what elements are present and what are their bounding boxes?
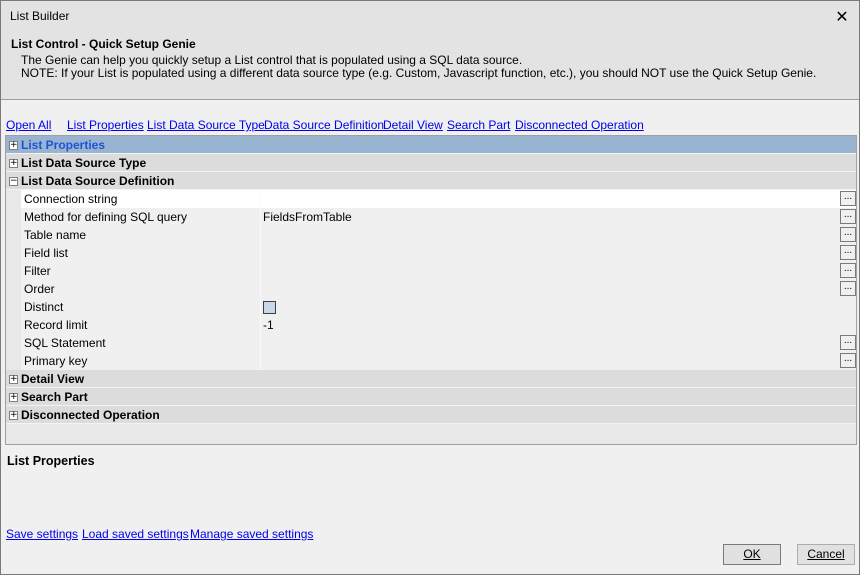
property-name: Connection string: [21, 190, 261, 208]
plus-icon[interactable]: +: [9, 141, 18, 150]
category-list-data-source-type[interactable]: + List Data Source Type: [6, 154, 856, 172]
list-data-source-type-link[interactable]: List Data Source Type: [147, 118, 265, 132]
ellipsis-button[interactable]: ...: [840, 209, 856, 224]
property-value[interactable]: ...: [261, 190, 856, 208]
category-search-part[interactable]: + Search Part: [6, 388, 856, 406]
property-value[interactable]: FieldsFromTable ...: [261, 208, 856, 226]
category-label: List Data Source Definition: [21, 174, 175, 188]
header-panel: List Control - Quick Setup Genie The Gen…: [1, 32, 859, 100]
property-record-limit[interactable]: Record limit -1: [6, 316, 856, 334]
window-title: List Builder: [10, 9, 70, 23]
list-properties-link[interactable]: List Properties: [67, 118, 144, 132]
property-filter[interactable]: Filter ...: [6, 262, 856, 280]
header-title: List Control - Quick Setup Genie: [11, 37, 196, 51]
property-value[interactable]: ...: [261, 262, 856, 280]
category-list-properties[interactable]: + List Properties: [6, 136, 856, 154]
plus-icon[interactable]: +: [9, 393, 18, 402]
property-name: Record limit: [21, 316, 261, 334]
header-description: The Genie can help you quickly setup a L…: [21, 53, 523, 67]
manage-saved-settings-link[interactable]: Manage saved settings: [190, 527, 313, 541]
property-sql-statement[interactable]: SQL Statement ...: [6, 334, 856, 352]
property-sql-method[interactable]: Method for defining SQL query FieldsFrom…: [6, 208, 856, 226]
minus-icon[interactable]: −: [9, 177, 18, 186]
property-name: Filter: [21, 262, 261, 280]
ok-label: OK: [743, 547, 761, 561]
ellipsis-button[interactable]: ...: [840, 245, 856, 260]
ok-button[interactable]: OK: [723, 544, 781, 565]
category-detail-view[interactable]: + Detail View: [6, 370, 856, 388]
category-label: List Properties: [21, 138, 106, 152]
ellipsis-button[interactable]: ...: [840, 191, 856, 206]
property-field-list[interactable]: Field list ...: [6, 244, 856, 262]
category-label: Search Part: [21, 390, 88, 404]
property-value[interactable]: ...: [261, 226, 856, 244]
property-value[interactable]: ...: [261, 334, 856, 352]
property-name: Table name: [21, 226, 261, 244]
cancel-label: Cancel: [807, 547, 845, 561]
property-value[interactable]: [261, 298, 856, 316]
category-label: List Data Source Type: [21, 156, 147, 170]
property-name: Order: [21, 280, 261, 298]
detail-view-link[interactable]: Detail View: [383, 118, 443, 132]
property-name: SQL Statement: [21, 334, 261, 352]
description-title: List Properties: [7, 454, 95, 468]
close-icon[interactable]: ✕: [825, 1, 859, 32]
ellipsis-button[interactable]: ...: [840, 335, 856, 350]
property-value[interactable]: -1: [261, 316, 856, 334]
property-name: Primary key: [21, 352, 261, 370]
property-name: Distinct: [21, 298, 261, 316]
search-part-link[interactable]: Search Part: [447, 118, 510, 132]
plus-icon[interactable]: +: [9, 159, 18, 168]
category-label: Disconnected Operation: [21, 408, 160, 422]
property-order[interactable]: Order ...: [6, 280, 856, 298]
property-grid: + List Properties + List Data Source Typ…: [5, 135, 857, 445]
category-disconnected-operation[interactable]: + Disconnected Operation: [6, 406, 856, 424]
property-table-name[interactable]: Table name ...: [6, 226, 856, 244]
ellipsis-button[interactable]: ...: [840, 281, 856, 296]
save-settings-link[interactable]: Save settings: [6, 527, 78, 541]
list-builder-window: List Builder ✕ List Control - Quick Setu…: [0, 0, 860, 575]
header-note: NOTE: If your List is populated using a …: [21, 66, 817, 80]
ellipsis-button[interactable]: ...: [840, 353, 856, 368]
load-saved-settings-link[interactable]: Load saved settings: [82, 527, 189, 541]
category-list-data-source-definition[interactable]: − List Data Source Definition: [6, 172, 856, 190]
property-value[interactable]: ...: [261, 280, 856, 298]
ellipsis-button[interactable]: ...: [840, 263, 856, 278]
ellipsis-button[interactable]: ...: [840, 227, 856, 242]
data-source-definition-link[interactable]: Data Source Definition: [264, 118, 384, 132]
property-primary-key[interactable]: Primary key ...: [6, 352, 856, 370]
property-name: Field list: [21, 244, 261, 262]
property-value[interactable]: ...: [261, 352, 856, 370]
property-connection-string[interactable]: Connection string ...: [6, 190, 856, 208]
distinct-checkbox[interactable]: [263, 301, 276, 314]
plus-icon[interactable]: +: [9, 411, 18, 420]
title-bar: List Builder ✕: [1, 1, 859, 32]
property-name: Method for defining SQL query: [21, 208, 261, 226]
property-value[interactable]: ...: [261, 244, 856, 262]
category-label: Detail View: [21, 372, 85, 386]
property-distinct[interactable]: Distinct: [6, 298, 856, 316]
disconnected-operation-link[interactable]: Disconnected Operation: [515, 118, 644, 132]
open-all-link[interactable]: Open All: [6, 118, 51, 132]
plus-icon[interactable]: +: [9, 375, 18, 384]
cancel-button[interactable]: Cancel: [797, 544, 855, 565]
